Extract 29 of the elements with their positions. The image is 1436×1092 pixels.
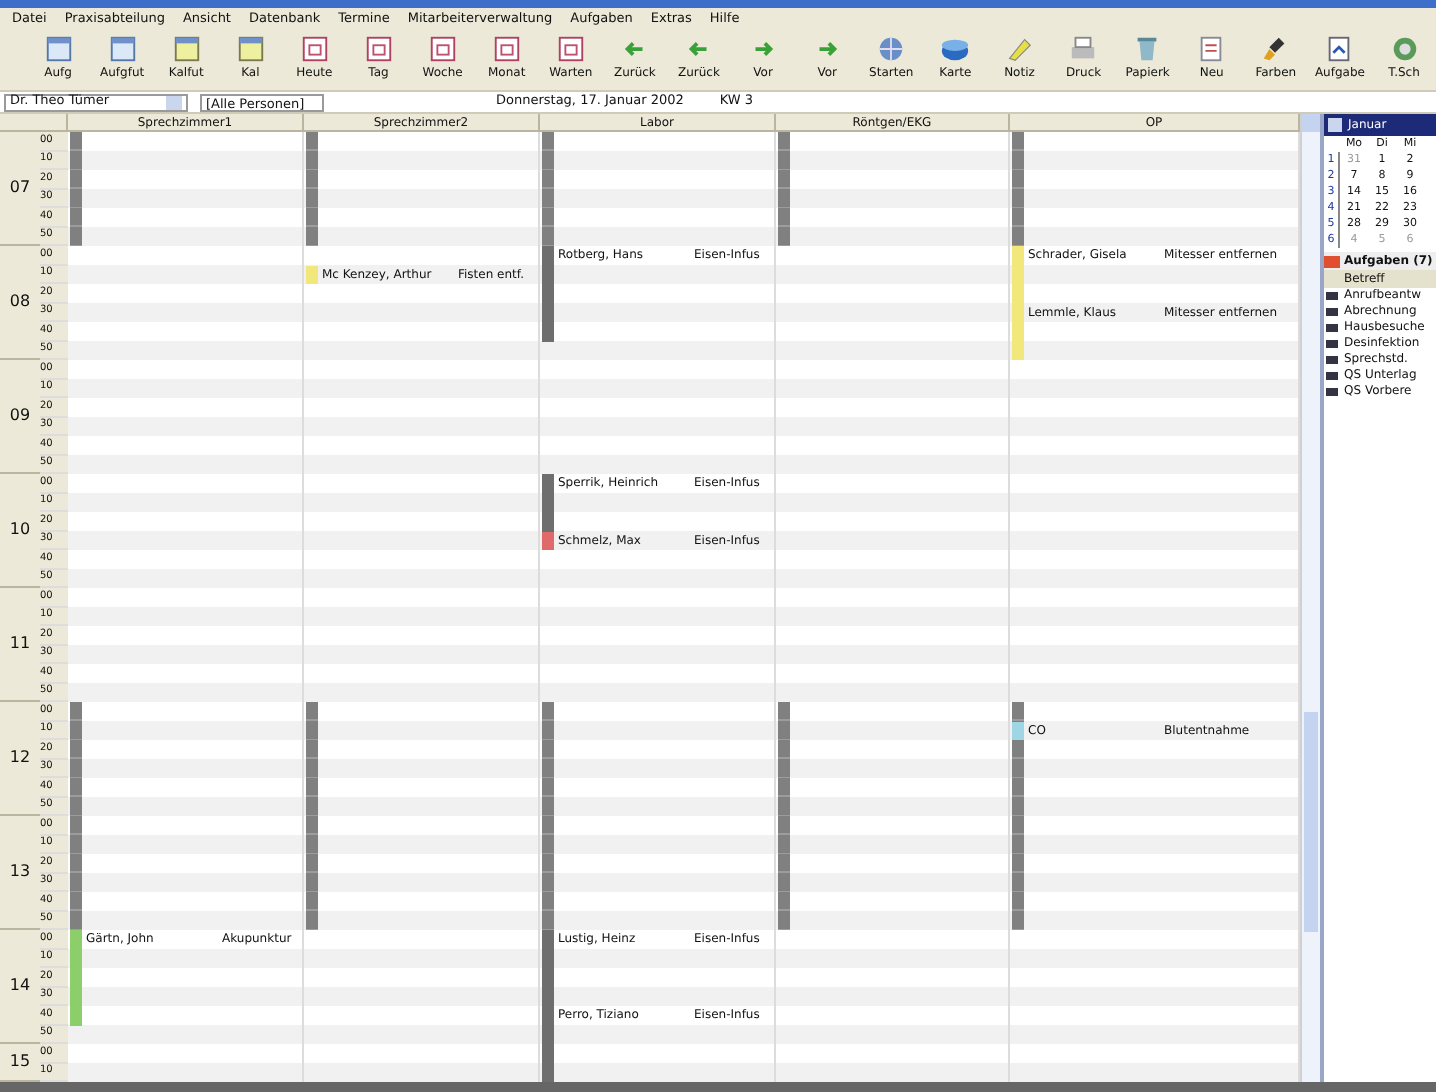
task-icon [1324, 253, 1340, 269]
hour-label: 14 [0, 930, 40, 1044]
blocked-time-bar [1012, 702, 1024, 721]
calendar-icon [363, 34, 394, 64]
hour-label: 15 [0, 1044, 40, 1082]
calendar-icon [427, 34, 458, 64]
calendar-icon [555, 34, 586, 64]
hour-label: 08 [0, 246, 40, 360]
calendar-icon [299, 34, 330, 64]
window-icon [107, 34, 138, 64]
hour-label: 12 [0, 702, 40, 816]
previous-month-button[interactable] [1328, 118, 1342, 132]
hour-label: 10 [0, 474, 40, 588]
circle-icon [1389, 34, 1419, 64]
globe-icon [876, 34, 907, 64]
hour-label: 07 [0, 132, 40, 246]
calendar-icon [491, 34, 522, 64]
hour-label: 09 [0, 360, 40, 474]
scrollbar[interactable] [1300, 114, 1320, 1082]
document-icon [1324, 34, 1355, 64]
hour-label: 13 [0, 816, 40, 930]
document-icon [1196, 34, 1227, 64]
window-icon [235, 34, 266, 64]
window-icon [43, 34, 74, 64]
pencil-icon [1004, 34, 1035, 64]
disk-icon [940, 34, 971, 64]
window-icon [171, 34, 202, 64]
hour-label: 11 [0, 588, 40, 702]
printer-icon [1068, 34, 1099, 64]
